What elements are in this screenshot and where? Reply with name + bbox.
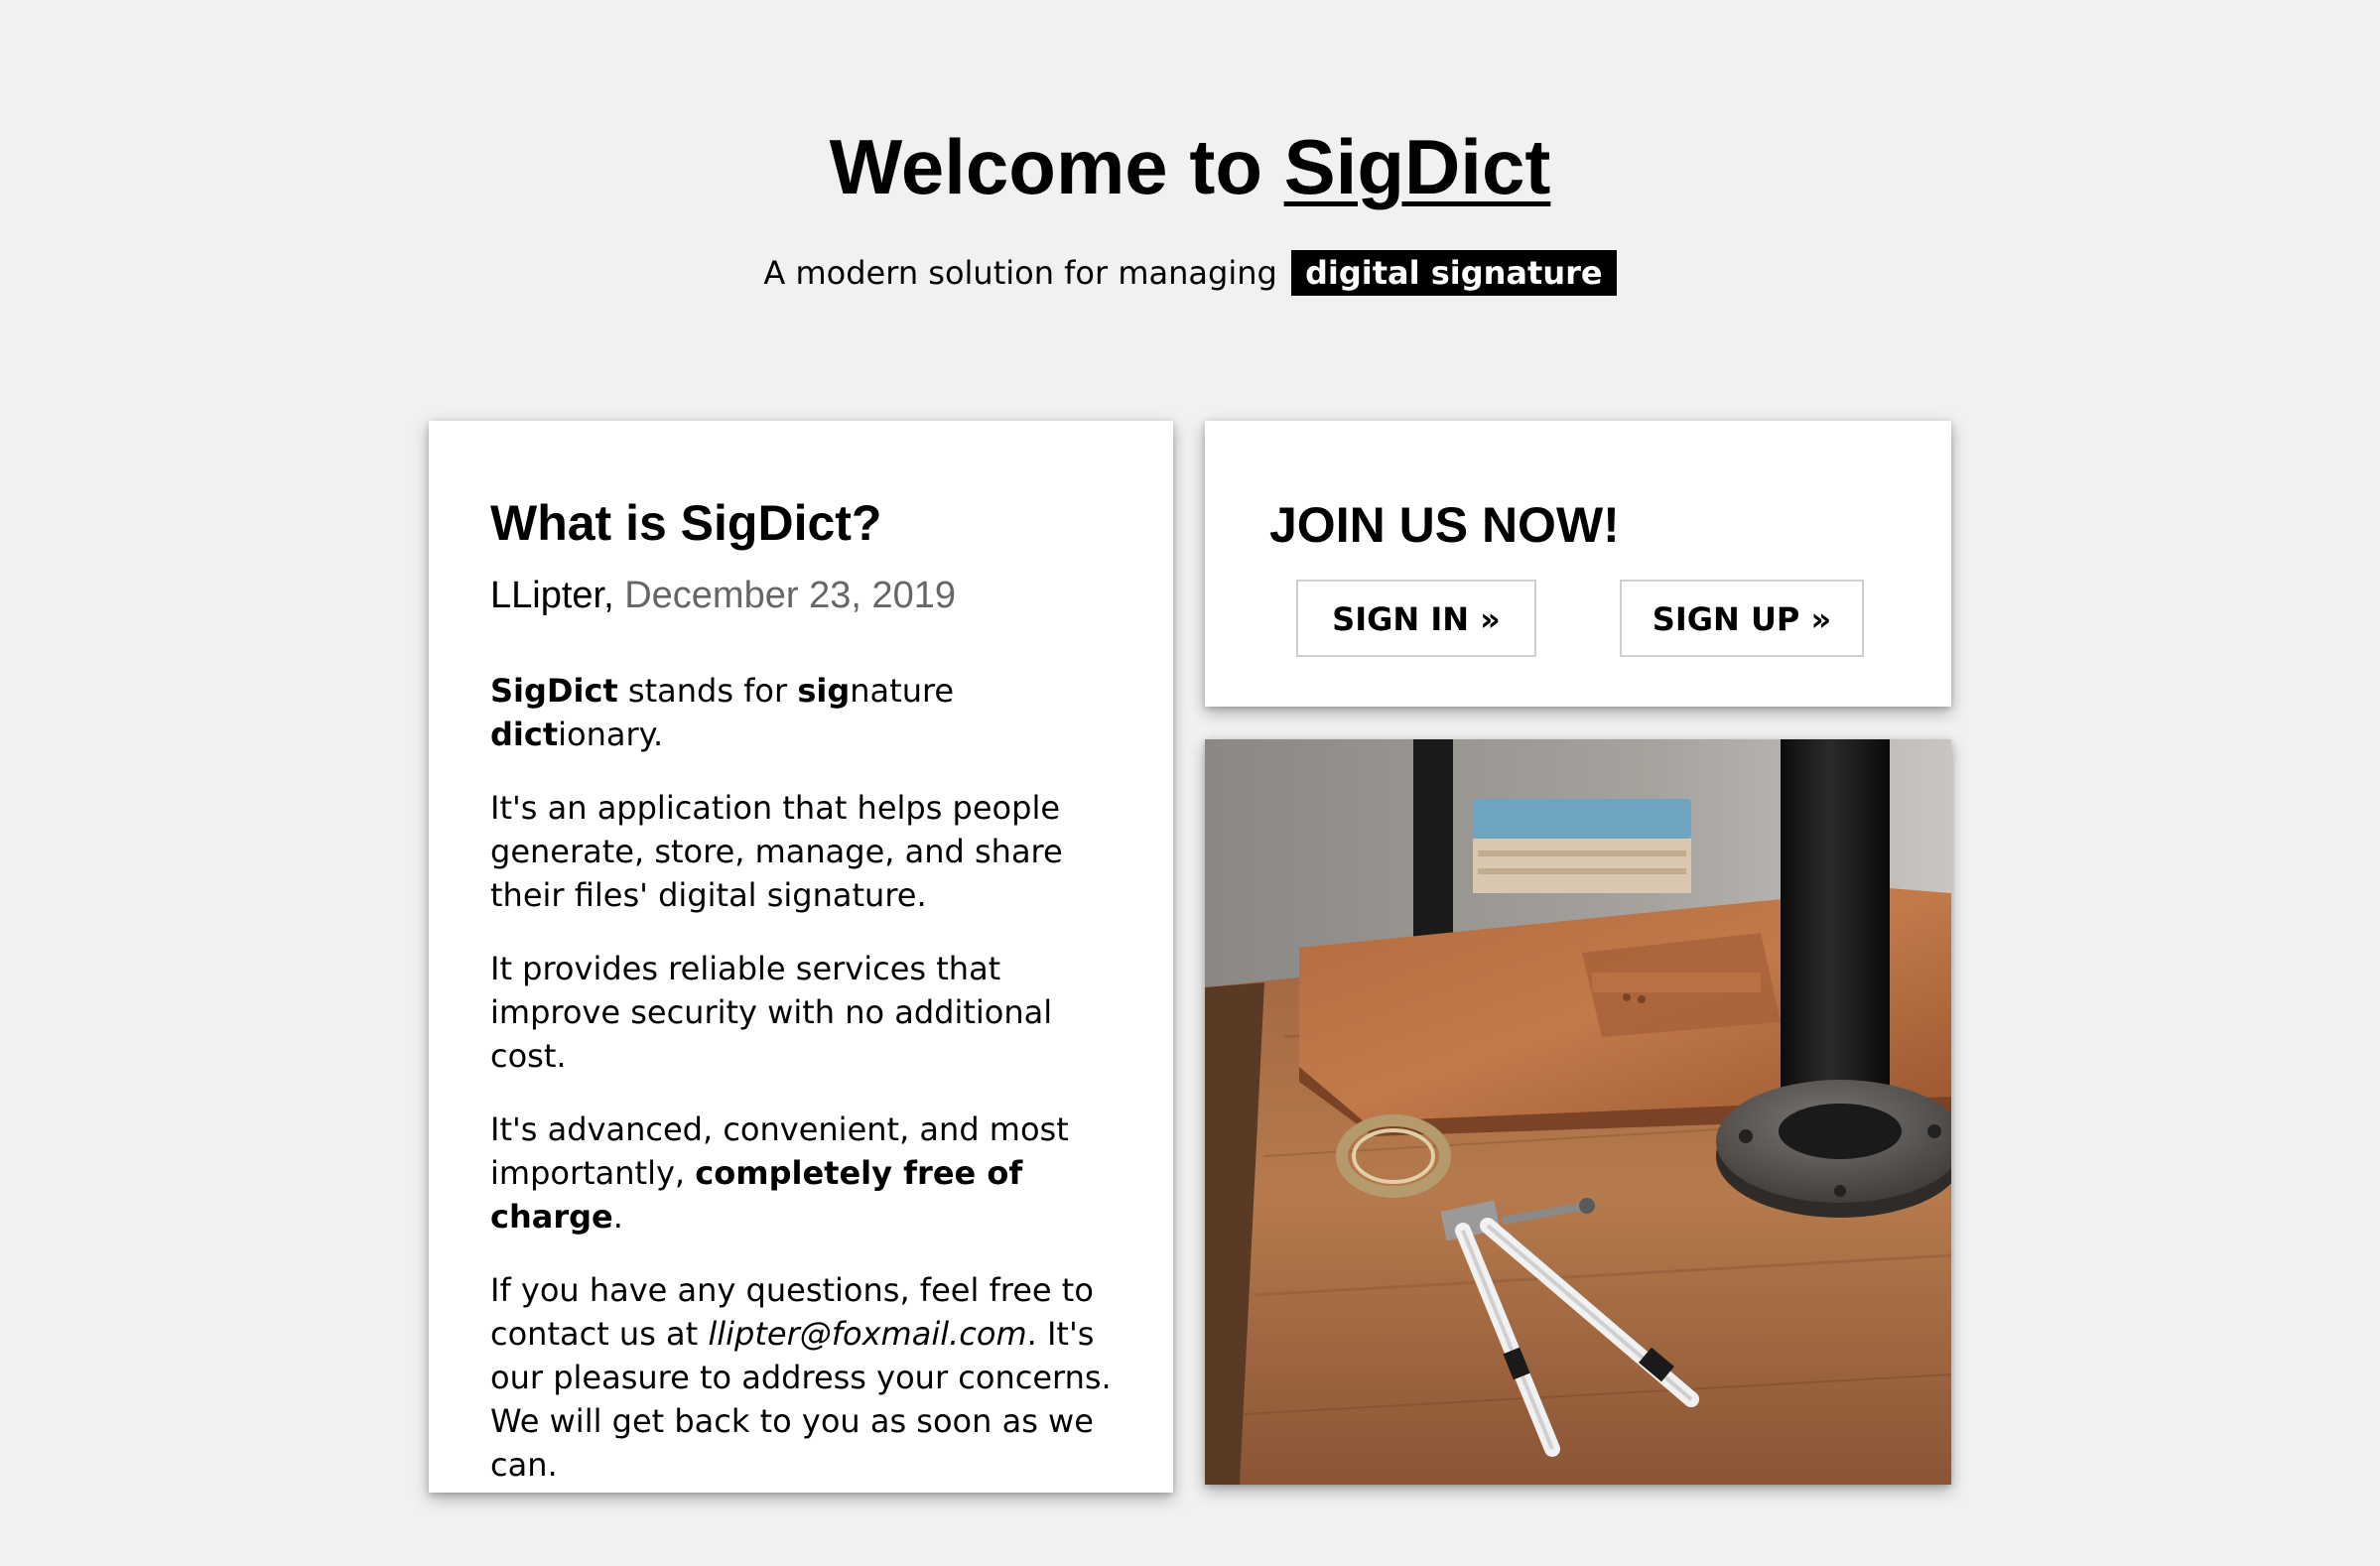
about-text: SigDict stands for signature dictionary.…	[490, 669, 1125, 1487]
text-fragment: ionary.	[558, 716, 664, 753]
page-subtitle: A modern solution for managing digital s…	[0, 250, 2380, 296]
title-prefix: Welcome to	[829, 123, 1284, 210]
bold-sigdict: SigDict	[490, 672, 618, 710]
about-paragraph-1: SigDict stands for signature dictionary.	[490, 669, 1125, 756]
post-date: December 23, 2019	[624, 575, 956, 616]
desk-photo	[1205, 739, 1951, 1485]
sign-in-button[interactable]: SIGN IN »	[1296, 580, 1536, 657]
about-paragraph-3: It provides reliable services that impro…	[490, 950, 1053, 1075]
sign-up-button[interactable]: SIGN UP »	[1620, 580, 1864, 657]
page-title: Welcome to SigDict	[0, 117, 2380, 216]
text-fragment: nature	[850, 672, 955, 710]
text-fragment: .	[612, 1198, 623, 1236]
about-card: What is SigDict? LLipter, December 23, 2…	[429, 421, 1173, 1493]
subtitle-text: A modern solution for managing	[763, 254, 1277, 292]
byline: LLipter, December 23, 2019	[490, 572, 1125, 619]
about-heading: What is SigDict?	[490, 495, 882, 551]
bold-sig: sig	[797, 672, 851, 710]
about-paragraph-5: If you have any questions, feel free to …	[490, 1268, 1125, 1487]
about-paragraph-2: It's an application that helps people ge…	[490, 789, 1063, 914]
subtitle-highlight: digital signature	[1290, 250, 1617, 296]
contact-email: llipter@foxmail.com	[708, 1315, 1027, 1353]
text-fragment: stands for	[617, 672, 798, 710]
brand-link[interactable]: SigDict	[1284, 123, 1551, 210]
about-content: What is SigDict? LLipter, December 23, 2…	[490, 490, 1125, 1516]
about-paragraph-4: It's advanced, convenient, and most impo…	[490, 1108, 1125, 1239]
author-name: LLipter,	[490, 575, 614, 616]
desk-photo-icon	[1205, 739, 1951, 1485]
join-card: JOIN US NOW! SIGN IN » SIGN UP »	[1205, 421, 1951, 707]
join-heading: JOIN US NOW!	[1269, 497, 1620, 553]
bold-dict: dict	[490, 716, 559, 753]
